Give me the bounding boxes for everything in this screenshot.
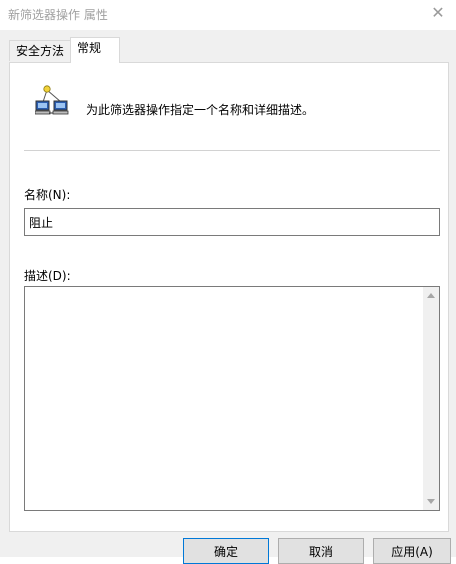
vertical-scrollbar[interactable] — [423, 287, 439, 510]
scroll-down-icon[interactable] — [427, 499, 435, 504]
description-label: 描述(D): — [24, 269, 71, 283]
separator — [24, 150, 440, 151]
apply-button[interactable]: 应用(A) — [373, 538, 451, 564]
window-title: 新筛选器操作 属性 — [8, 8, 108, 22]
instruction-text: 为此筛选器操作指定一个名称和详细描述。 — [86, 103, 315, 117]
network-computers-icon — [35, 85, 69, 115]
tab-label: 常规 — [77, 41, 102, 55]
tab-security-methods[interactable]: 安全方法 — [9, 40, 71, 61]
tab-label: 安全方法 — [16, 44, 65, 58]
description-field — [24, 286, 440, 511]
ok-button[interactable]: 确定 — [183, 538, 269, 564]
name-label: 名称(N): — [24, 188, 71, 202]
scroll-up-icon[interactable] — [427, 293, 435, 298]
close-icon[interactable]: ✕ — [425, 2, 451, 24]
title-bar: 新筛选器操作 属性 ✕ — [0, 0, 456, 30]
tab-general[interactable]: 常规 — [70, 37, 120, 63]
name-input[interactable] — [24, 208, 440, 236]
cancel-button[interactable]: 取消 — [278, 538, 364, 564]
description-textarea[interactable] — [25, 287, 423, 510]
